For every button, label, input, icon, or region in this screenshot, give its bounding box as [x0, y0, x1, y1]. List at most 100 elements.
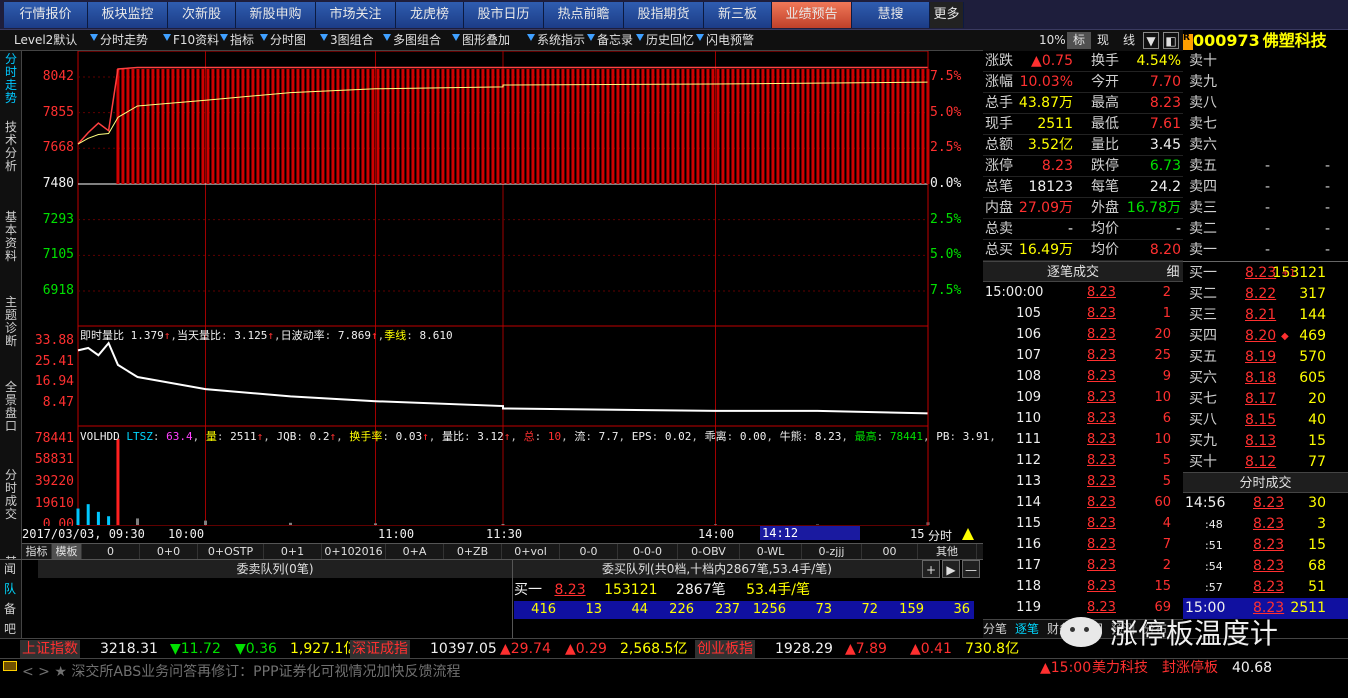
toolbar-dropdown-icon[interactable] [90, 34, 98, 41]
dropdown-button[interactable]: ▼ [1143, 32, 1159, 49]
indicator-tab-1[interactable]: 模板 [52, 544, 82, 559]
toolbar-item-10[interactable]: 历史回忆 [646, 32, 694, 49]
indicator-tab-11[interactable]: 0-0-0 [618, 544, 678, 559]
toolbar-item-4[interactable]: 分时图 [270, 32, 306, 49]
quote-row: 总笔 18123 每笔 24.2 [983, 177, 1183, 198]
view-mode-0[interactable]: 10% [1039, 32, 1066, 49]
toolbar-item-2[interactable]: F10资料 [173, 32, 219, 49]
tick-time: 111 [1016, 432, 1041, 447]
panel-toggle-button[interactable]: ◧ [1163, 32, 1179, 49]
left-tab-0[interactable]: 分时走势 [3, 53, 19, 105]
indicator-tab-15[interactable]: 00 [862, 544, 918, 559]
tick-price: 8.23 [1087, 495, 1116, 510]
menu-tab-4[interactable]: 市场关注 [316, 2, 396, 28]
quote-row: 内盘 27.09万 外盘 16.78万 [983, 198, 1183, 219]
indicator-tab-0[interactable]: 指标 [22, 544, 52, 559]
toolbar-dropdown-icon[interactable] [452, 34, 460, 41]
index-name-0[interactable]: 上证指数 [20, 640, 80, 658]
tick-row: 117 8.23 2 [983, 555, 1183, 576]
view-mode-3[interactable]: 线 [1117, 32, 1141, 49]
left-tab-2[interactable]: 基本资料 [3, 211, 19, 263]
tick-price: 8.23 [1087, 474, 1116, 489]
ask-price: - [1265, 221, 1271, 237]
alert-price: 40.68 [1232, 660, 1273, 676]
index-name-2[interactable]: 创业板指 [695, 640, 755, 658]
toolbar-item-11[interactable]: 闪电预警 [706, 32, 754, 49]
quote-label: 总买 [985, 242, 1013, 258]
indicator-tab-2[interactable]: 0 [82, 544, 140, 559]
menu-tab-0[interactable]: 行情报价 [4, 2, 88, 28]
news-ticker[interactable]: < > ★ 深交所ABS业务问答再修订：PPP证券化可视情况加快反馈流程 [22, 663, 461, 681]
queue-side-tab-1[interactable]: 队 [2, 579, 18, 599]
tick-footer-tab-0[interactable]: 分笔 [983, 620, 1007, 638]
queue-side-tab-0[interactable]: 闻 [2, 559, 18, 579]
menu-tab-11[interactable]: 慧搜 [852, 2, 930, 28]
left-tab-1[interactable]: 技术分析 [3, 121, 19, 173]
toolbar-item-5[interactable]: 3图组合 [330, 32, 374, 49]
indicator-tab-14[interactable]: 0-zjjj [802, 544, 862, 559]
tick-time: 106 [1016, 327, 1041, 342]
left-tab-5[interactable]: 分时成交 [3, 469, 19, 521]
menu-tab-1[interactable]: 板块监控 [88, 2, 168, 28]
triangle-up-icon[interactable] [962, 528, 974, 540]
tick-time: 105 [1016, 306, 1041, 321]
indicator-tab-9[interactable]: 0+vol [502, 544, 560, 559]
toolbar-dropdown-icon[interactable] [527, 34, 535, 41]
toolbar-dropdown-icon[interactable] [320, 34, 328, 41]
toolbar-item-1[interactable]: 分时走势 [100, 32, 148, 49]
queue-next-button[interactable]: ▶ [942, 560, 960, 578]
indicator-tab-6[interactable]: 0+102016 [322, 544, 386, 559]
toolbar-item-7[interactable]: 图形叠加 [462, 32, 510, 49]
toolbar-dropdown-icon[interactable] [260, 34, 268, 41]
indicator-tab-16[interactable]: 其他 [918, 544, 977, 559]
left-tab-4[interactable]: 全景盘口 [3, 381, 19, 433]
indicator-tab-3[interactable]: 0+0 [140, 544, 198, 559]
toolbar-item-9[interactable]: 备忘录 [597, 32, 633, 49]
indicator-tab-13[interactable]: 0-WL [740, 544, 802, 559]
toolbar-dropdown-icon[interactable] [696, 34, 704, 41]
indicator-tab-8[interactable]: 0+ZB [444, 544, 502, 559]
queue-minimize-button[interactable]: — [962, 560, 980, 578]
indicator-tab-12[interactable]: 0-OBV [678, 544, 740, 559]
queue-side-tab-2[interactable]: 备 [2, 599, 18, 619]
pct-axis-label: 2.5% [930, 211, 962, 227]
menu-tab-6[interactable]: 股市日历 [464, 2, 544, 28]
indicator-tab-5[interactable]: 0+1 [264, 544, 322, 559]
intraday-chart[interactable]: 8042 7855 7668 7480 7293 7105 6918 7.5% 5.0% 2.5… [22, 51, 996, 541]
menu-tab-3[interactable]: 新股申购 [236, 2, 316, 28]
view-mode-2[interactable]: 现 [1091, 32, 1115, 49]
toolbar-dropdown-icon[interactable] [636, 34, 644, 41]
toolbar-item-3[interactable]: 指标 [230, 32, 254, 49]
menu-tab-5[interactable]: 龙虎榜 [396, 2, 464, 28]
menu-tab-2[interactable]: 次新股 [168, 2, 236, 28]
view-mode-1[interactable]: 标 [1067, 32, 1091, 49]
menu-tab-12[interactable]: 更多 [930, 2, 964, 28]
tick-detail-button[interactable]: 细 [1163, 261, 1183, 282]
toolbar-dropdown-icon[interactable] [383, 34, 391, 41]
quote-toolbar: 10% 标现线 ▼ ◧ [983, 30, 1183, 51]
queue-side-tab-3[interactable]: 吧 [2, 619, 18, 639]
menu-tab-9[interactable]: 新三板 [704, 2, 772, 28]
menu-tab-8[interactable]: 股指期货 [624, 2, 704, 28]
toolbar-item-8[interactable]: 系统指示 [537, 32, 585, 49]
watermark-logo: 涨停板温度计 [1060, 612, 1340, 658]
buy-queue-title: 委买队列(共0档,十档内2867笔,53.4手/笔) [512, 560, 922, 578]
queue-add-button[interactable]: + [922, 560, 940, 578]
menu-tab-7[interactable]: 热点前瞻 [544, 2, 624, 28]
alert-stock[interactable]: 美力科技 [1092, 659, 1148, 677]
left-tab-3[interactable]: 主题诊断 [3, 296, 19, 348]
indicator-tab-7[interactable]: 0+A [386, 544, 444, 559]
indicator-tab-4[interactable]: 0+OSTP [198, 544, 264, 559]
indicator-tab-10[interactable]: 0-0 [560, 544, 618, 559]
toolbar-dropdown-icon[interactable] [163, 34, 171, 41]
mail-icon[interactable] [3, 661, 17, 671]
menu-tab-10[interactable]: 业绩预告 [772, 2, 852, 28]
tick-price: 8.23 [1087, 390, 1116, 405]
volume-axis-label: 39220 [34, 474, 74, 489]
tick-footer-tab-1[interactable]: 逐笔 [1015, 620, 1039, 638]
toolbar-dropdown-icon[interactable] [587, 34, 595, 41]
toolbar-item-0[interactable]: Level2默认 [14, 32, 77, 49]
toolbar-dropdown-icon[interactable] [220, 34, 228, 41]
toolbar-item-6[interactable]: 多图组合 [393, 32, 441, 49]
index-name-1[interactable]: 深证成指 [350, 640, 410, 658]
